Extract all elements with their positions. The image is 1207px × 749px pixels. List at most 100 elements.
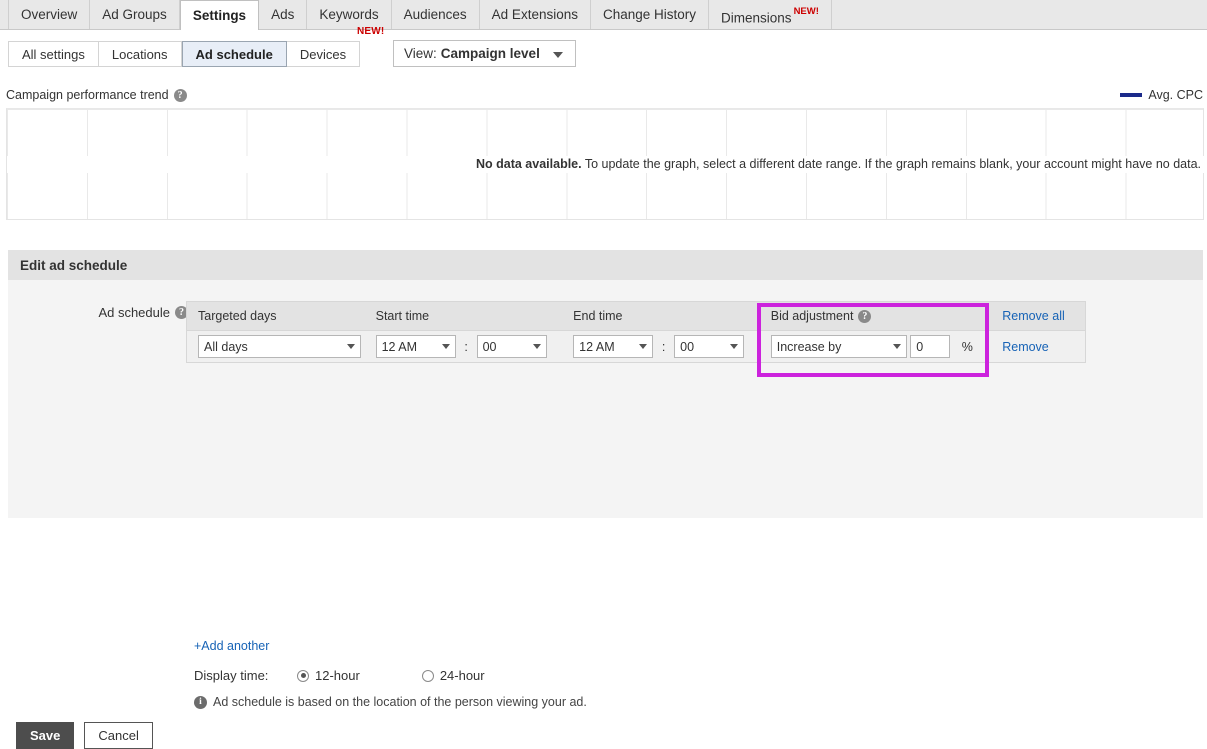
chart-title-row: Campaign performance trend ? [6, 88, 187, 102]
targeted-days-value: All days [204, 340, 341, 354]
bid-operation-value: Increase by [777, 340, 887, 354]
start-minute-select[interactable]: 00 [477, 335, 547, 358]
column-header-bid-label: Bid adjustment [771, 309, 854, 323]
end-hour-select[interactable]: 12 AM [573, 335, 653, 358]
table-row: All days 12 AM : 00 12 AM [186, 330, 1086, 363]
sub-tab-locations[interactable]: Locations [99, 41, 182, 67]
end-minute-value: 00 [680, 340, 724, 354]
tab-label: Change History [603, 7, 696, 22]
tab-label: Dimensions [721, 11, 792, 26]
targeted-days-select[interactable]: All days [198, 335, 361, 358]
end-minute-select[interactable]: 00 [674, 335, 744, 358]
start-hour-value: 12 AM [382, 340, 436, 354]
remove-link[interactable]: Remove [1002, 340, 1049, 354]
end-hour-value: 12 AM [579, 340, 633, 354]
chevron-down-icon [639, 344, 647, 349]
tab-keywords[interactable]: Keywords [307, 0, 391, 29]
chevron-down-icon [533, 344, 541, 349]
bid-adjustment-input[interactable] [910, 335, 950, 358]
bid-operation-select[interactable]: Increase by [771, 335, 907, 358]
end-time-cell: 12 AM : 00 [562, 335, 760, 358]
note-text: Ad schedule is based on the location of … [213, 695, 587, 709]
form-actions: Save Cancel [16, 722, 153, 749]
sub-tab-bar: All settings Locations Ad schedule Devic… [8, 40, 360, 68]
column-header-bid-adjustment: Bid adjustment ? [760, 309, 991, 323]
start-time-cell: 12 AM : 00 [365, 335, 563, 358]
radio-icon[interactable] [422, 670, 434, 682]
chart-empty-bold: No data available. [476, 157, 582, 171]
performance-chart: No data available. To update the graph, … [6, 108, 1204, 220]
bid-adjustment-cell: Increase by % [760, 335, 991, 358]
cancel-button[interactable]: Cancel [84, 722, 152, 749]
legend-swatch-avg-cpc [1120, 93, 1142, 97]
edit-ad-schedule-panel: Edit ad schedule Ad schedule ? Targeted … [8, 250, 1203, 518]
chevron-down-icon [553, 52, 563, 58]
targeted-days-cell: All days [187, 335, 365, 358]
remove-all-link[interactable]: Remove all [1002, 309, 1065, 323]
help-icon[interactable]: ? [858, 310, 871, 323]
panel-title: Edit ad schedule [8, 250, 1203, 280]
sub-tab-all-settings[interactable]: All settings [8, 41, 99, 67]
view-prefix-label: View: [404, 46, 437, 61]
chart-title: Campaign performance trend [6, 88, 169, 102]
ad-schedule-note: i Ad schedule is based on the location o… [194, 695, 587, 709]
display-option-label: 12-hour [315, 668, 360, 683]
info-icon: i [194, 696, 207, 709]
tab-audiences[interactable]: Audiences [392, 0, 480, 29]
view-selected-value: Campaign level [441, 46, 540, 61]
view-selector-wrapper: NEW! View: Campaign level [393, 40, 576, 67]
tab-label: Audiences [404, 7, 467, 22]
legend-label-avg-cpc: Avg. CPC [1148, 88, 1203, 102]
tab-settings[interactable]: Settings [180, 0, 259, 30]
tab-dimensions[interactable]: DimensionsNEW! [709, 0, 832, 29]
tab-ad-groups[interactable]: Ad Groups [90, 0, 180, 29]
column-header-targeted-days: Targeted days [187, 309, 365, 323]
save-button[interactable]: Save [16, 722, 74, 749]
ad-schedule-field-label: Ad schedule ? [76, 305, 188, 320]
remove-cell: Remove [991, 340, 1085, 354]
display-time-label: Display time: [194, 668, 297, 683]
sub-tab-label: Ad schedule [196, 47, 273, 62]
view-level-dropdown[interactable]: View: Campaign level [393, 40, 576, 67]
tab-label: Settings [193, 8, 246, 23]
chevron-down-icon [347, 344, 355, 349]
tab-label: Overview [21, 7, 77, 22]
percent-symbol: % [962, 340, 973, 354]
display-option-12-hour[interactable]: 12-hour [297, 668, 360, 683]
chevron-down-icon [442, 344, 450, 349]
field-label-text: Ad schedule [98, 305, 170, 320]
start-hour-select[interactable]: 12 AM [376, 335, 456, 358]
tab-ad-extensions[interactable]: Ad Extensions [480, 0, 591, 29]
tab-label: Ad Extensions [492, 7, 578, 22]
remove-all-cell: Remove all [991, 309, 1085, 323]
tab-label: Ad Groups [102, 7, 167, 22]
chevron-down-icon [730, 344, 738, 349]
tab-label: Ads [271, 7, 294, 22]
sub-tab-label: Devices [300, 47, 346, 62]
start-time-colon: : [459, 340, 473, 354]
display-option-label: 24-hour [440, 668, 485, 683]
main-tab-bar: Overview Ad Groups Settings Ads Keywords… [0, 0, 1207, 30]
display-time-row: Display time: 12-hour 24-hour [194, 668, 547, 683]
radio-icon[interactable] [297, 670, 309, 682]
tab-overview[interactable]: Overview [8, 0, 90, 29]
add-another-link[interactable]: +Add another [194, 639, 269, 653]
column-header-start-time: Start time [365, 309, 563, 323]
ad-schedule-table: Targeted days Start time End time Bid ad… [186, 301, 1086, 363]
sub-tab-ad-schedule[interactable]: Ad schedule [182, 41, 287, 67]
sub-tab-label: Locations [112, 47, 168, 62]
tab-change-history[interactable]: Change History [591, 0, 709, 29]
new-badge: NEW! [357, 26, 384, 37]
tab-ads[interactable]: Ads [259, 0, 307, 29]
chart-empty-rest: To update the graph, select a different … [582, 157, 1201, 171]
column-header-end-time: End time [562, 309, 760, 323]
display-option-24-hour[interactable]: 24-hour [422, 668, 485, 683]
help-icon[interactable]: ? [174, 89, 187, 102]
end-time-colon: : [657, 340, 671, 354]
sub-tab-devices[interactable]: Devices [287, 41, 360, 67]
sub-tab-label: All settings [22, 47, 85, 62]
chart-empty-message: No data available. To update the graph, … [7, 156, 1205, 173]
table-header-row: Targeted days Start time End time Bid ad… [186, 301, 1086, 330]
start-minute-value: 00 [483, 340, 527, 354]
chart-legend: Avg. CPC [1120, 88, 1203, 102]
